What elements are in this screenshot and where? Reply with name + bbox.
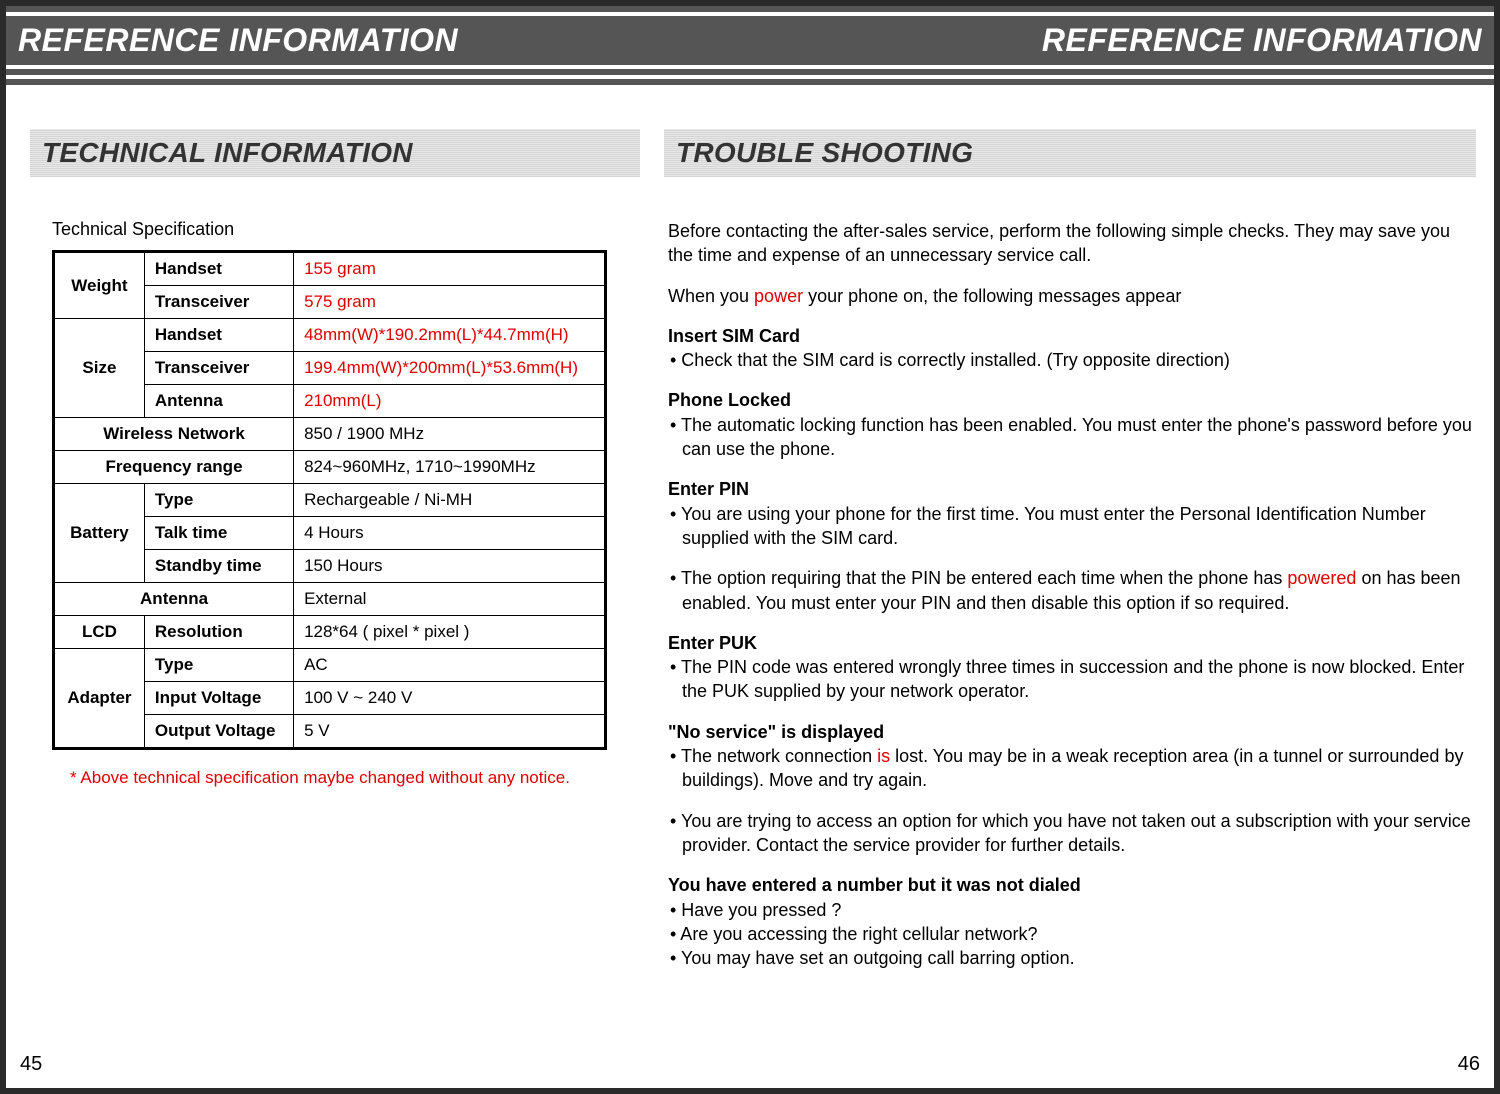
bullet-part-red: is — [877, 746, 890, 766]
spec-label: Type — [144, 649, 293, 682]
spec-value: External — [294, 583, 606, 616]
spec-caption: Technical Specification — [52, 219, 640, 240]
block-no-service: "No service" is displayed • The network … — [668, 720, 1476, 857]
spec-value: 5 V — [294, 715, 606, 749]
spec-label: Type — [144, 484, 293, 517]
spec-value: Rechargeable / Ni-MH — [294, 484, 606, 517]
spec-value: 4 Hours — [294, 517, 606, 550]
spec-value: 850 / 1900 MHz — [294, 418, 606, 451]
group-lcd: LCD — [54, 616, 145, 649]
table-row: Adapter Type AC — [54, 649, 606, 682]
block-head: Insert SIM Card — [668, 324, 1476, 348]
header-right-title: REFERENCE INFORMATION — [1042, 22, 1482, 59]
page-number-right: 46 — [1458, 1053, 1480, 1076]
header-stripe-top — [6, 6, 1494, 16]
spec-table: Weight Handset 155 gram Transceiver 575 … — [52, 250, 607, 750]
group-battery: Battery — [54, 484, 145, 583]
spec-value: 824~960MHz, 1710~1990MHz — [294, 451, 606, 484]
block-bullet: • You are trying to access an option for… — [668, 809, 1476, 858]
trouble-intro-2c: your phone on, the following messages ap… — [803, 286, 1181, 306]
spec-value: 150 Hours — [294, 550, 606, 583]
block-bullet: • The automatic locking function has bee… — [668, 413, 1476, 462]
section-title-technical: TECHNICAL INFORMATION — [30, 129, 640, 177]
block-bullet: • The option requiring that the PIN be e… — [668, 566, 1476, 615]
page-number-left: 45 — [20, 1053, 42, 1076]
block-head: Phone Locked — [668, 388, 1476, 412]
spec-value: 155 gram — [294, 252, 606, 286]
trouble-intro-2a: When you — [668, 286, 754, 306]
spec-footnote: * Above technical specification maybe ch… — [70, 768, 640, 788]
block-bullet: • Have you pressed ? — [668, 898, 1476, 922]
block-not-dialed: You have entered a number but it was not… — [668, 873, 1476, 970]
spec-label: Handset — [144, 319, 293, 352]
spec-label: Transceiver — [144, 352, 293, 385]
block-head: Enter PIN — [668, 477, 1476, 501]
block-head: Enter PUK — [668, 631, 1476, 655]
spec-label: Antenna — [54, 583, 294, 616]
table-row: Weight Handset 155 gram — [54, 252, 606, 286]
spec-label: Wireless Network — [54, 418, 294, 451]
block-bullet: • Are you accessing the right cellular n… — [668, 922, 1476, 946]
spec-label: Input Voltage — [144, 682, 293, 715]
left-column: TECHNICAL INFORMATION Technical Specific… — [30, 129, 640, 986]
block-head: "No service" is displayed — [668, 720, 1476, 744]
spec-value: 128*64 ( pixel * pixel ) — [294, 616, 606, 649]
spec-label: Antenna — [144, 385, 293, 418]
block-bullet: • The network connection is lost. You ma… — [668, 744, 1476, 793]
block-enter-pin: Enter PIN • You are using your phone for… — [668, 477, 1476, 614]
spec-value: 210mm(L) — [294, 385, 606, 418]
trouble-intro-2b-red: power — [754, 286, 803, 306]
spec-value: 48mm(W)*190.2mm(L)*44.7mm(H) — [294, 319, 606, 352]
table-row: Size Handset 48mm(W)*190.2mm(L)*44.7mm(H… — [54, 319, 606, 352]
table-row: Frequency range 824~960MHz, 1710~1990MHz — [54, 451, 606, 484]
section-title-trouble: TROUBLE SHOOTING — [664, 129, 1476, 177]
header-bar: REFERENCE INFORMATION REFERENCE INFORMAT… — [6, 16, 1494, 65]
header-left-title: REFERENCE INFORMATION — [18, 22, 458, 59]
spec-label: Standby time — [144, 550, 293, 583]
spec-label: Frequency range — [54, 451, 294, 484]
spec-value: 100 V ~ 240 V — [294, 682, 606, 715]
table-row: Antenna External — [54, 583, 606, 616]
table-row: Wireless Network 850 / 1900 MHz — [54, 418, 606, 451]
block-bullet: • Check that the SIM card is correctly i… — [668, 348, 1476, 372]
spec-value: AC — [294, 649, 606, 682]
header-stripe-bottom — [6, 65, 1494, 85]
trouble-intro-2: When you power your phone on, the follow… — [668, 284, 1476, 308]
block-bullet: • The PIN code was entered wrongly three… — [668, 655, 1476, 704]
bullet-part: • The network connection — [670, 746, 877, 766]
trouble-intro-1: Before contacting the after-sales servic… — [668, 219, 1476, 268]
group-size: Size — [54, 319, 145, 418]
spec-value: 199.4mm(W)*200mm(L)*53.6mm(H) — [294, 352, 606, 385]
group-weight: Weight — [54, 252, 145, 319]
spec-label: Talk time — [144, 517, 293, 550]
block-insert-sim: Insert SIM Card • Check that the SIM car… — [668, 324, 1476, 373]
right-column: TROUBLE SHOOTING Before contacting the a… — [664, 129, 1476, 986]
spec-label: Handset — [144, 252, 293, 286]
table-row: LCD Resolution 128*64 ( pixel * pixel ) — [54, 616, 606, 649]
block-enter-puk: Enter PUK • The PIN code was entered wro… — [668, 631, 1476, 704]
block-phone-locked: Phone Locked • The automatic locking fun… — [668, 388, 1476, 461]
bullet-part: • The option requiring that the PIN be e… — [670, 568, 1287, 588]
bullet-part-red: powered — [1287, 568, 1356, 588]
block-bullet: • You may have set an outgoing call barr… — [668, 946, 1476, 970]
spec-label: Output Voltage — [144, 715, 293, 749]
spec-label: Transceiver — [144, 286, 293, 319]
table-row: Battery Type Rechargeable / Ni-MH — [54, 484, 606, 517]
block-head: You have entered a number but it was not… — [668, 873, 1476, 897]
spec-label: Resolution — [144, 616, 293, 649]
group-adapter: Adapter — [54, 649, 145, 749]
block-bullet: • You are using your phone for the first… — [668, 502, 1476, 551]
spec-value: 575 gram — [294, 286, 606, 319]
